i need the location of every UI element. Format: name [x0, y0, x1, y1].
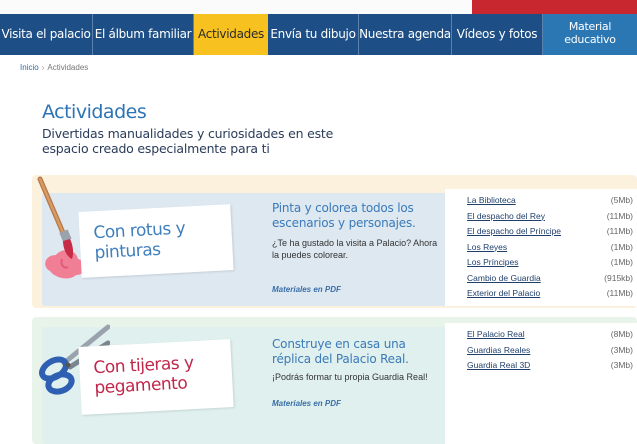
file-size: (11Mb)	[606, 210, 633, 221]
file-size: (915kb)	[604, 272, 633, 283]
download-item: El despacho del Príncipe (11Mb)	[457, 226, 633, 242]
header-promo-strip	[472, 0, 637, 14]
main-navigation: Visita el palacio El álbum familiar Acti…	[0, 14, 637, 55]
page-intro: Divertidas manualidades y curiosidades e…	[42, 126, 334, 156]
breadcrumb-separator: ›	[41, 63, 45, 72]
file-size: (8Mb)	[610, 329, 633, 339]
downloads-list: La Biblioteca (5Mb) El despacho del Rey (1…	[445, 189, 637, 306]
breadcrumb-current: Actividades	[47, 63, 89, 72]
breadcrumb: Inicio › Actividades	[20, 63, 88, 72]
file-size: (3Mb)	[610, 360, 633, 370]
download-link[interactable]: Exterior del Palacio	[467, 288, 540, 298]
section-painting: Con rotus y pinturas Pinta y colorea tod…	[32, 175, 637, 308]
download-link[interactable]: Guardia Real 3D	[467, 360, 530, 370]
file-size: (11Mb)	[606, 288, 633, 298]
file-size: (3Mb)	[610, 344, 633, 355]
download-item: Guardia Real 3D (3Mb)	[457, 360, 633, 376]
download-item: Exterior del Palacio (11Mb)	[457, 288, 633, 304]
download-item: Los Reyes (1Mb)	[457, 242, 633, 258]
download-link[interactable]: Guardias Reales	[467, 345, 530, 355]
file-size: (11Mb)	[606, 226, 633, 236]
file-size: (1Mb)	[610, 257, 633, 267]
section-description: ¡Podrás formar tu propia Guardia Real!	[272, 372, 428, 382]
download-link[interactable]: Los Reyes	[467, 242, 507, 252]
file-size: (1Mb)	[610, 241, 633, 252]
downloads-list: El Palacio Real (8Mb) Guardias Reales (3Mb…	[445, 323, 637, 444]
file-size: (5Mb)	[610, 195, 633, 205]
download-link[interactable]: Cambio de Guardia	[467, 273, 541, 283]
pdf-materials-link[interactable]: Materiales en PDF	[272, 285, 341, 294]
download-link[interactable]: La Biblioteca	[467, 195, 516, 205]
material-line-1: Material	[568, 20, 612, 33]
download-item: El despacho del Rey (11Mb)	[457, 211, 633, 227]
header-strip	[0, 0, 637, 14]
section-card-title: Con rotus y pinturas	[92, 218, 186, 264]
download-link[interactable]: Los Príncipes	[467, 257, 519, 267]
nav-item-album-familiar[interactable]: El álbum familiar	[93, 14, 194, 55]
section-card: Con rotus y pinturas	[78, 204, 234, 278]
download-item: Los Príncipes (1Mb)	[457, 257, 633, 273]
pdf-materials-link[interactable]: Materiales en PDF	[272, 399, 341, 408]
download-item: El Palacio Real (8Mb)	[457, 329, 633, 345]
section-card-title: Con tijeras y pegamento	[92, 353, 195, 399]
nav-item-material-educativo[interactable]: Material educativo	[543, 14, 637, 55]
download-link[interactable]: El despacho del Príncipe	[467, 226, 561, 236]
page-title: Actividades	[42, 101, 147, 123]
section-heading: Construye en casa una réplica del Palaci…	[272, 337, 409, 366]
download-item: La Biblioteca (5Mb)	[457, 195, 633, 211]
download-link[interactable]: El Palacio Real	[467, 329, 525, 339]
download-item: Cambio de Guardia (915kb)	[457, 273, 633, 289]
main-content: Inicio › Actividades Actividades Divertida…	[4, 55, 637, 444]
breadcrumb-home-link[interactable]: Inicio	[20, 63, 39, 72]
section-crafts: Con tijeras y pegamento Construye en cas…	[32, 317, 637, 444]
nav-item-actividades[interactable]: Actividades	[194, 14, 268, 55]
section-description: ¿Te ha gustado la visita a Palacio? Ahor…	[272, 238, 438, 260]
material-line-2: educativo	[564, 33, 616, 46]
section-heading: Pinta y colorea todos los escenarios y p…	[272, 201, 416, 230]
nav-item-videos-y-fotos[interactable]: Vídeos y fotos	[452, 14, 543, 55]
nav-item-visita-el-palacio[interactable]: Visita el palacio	[0, 14, 93, 55]
download-link[interactable]: El despacho del Rey	[467, 211, 545, 221]
nav-item-envia-tu-dibujo[interactable]: Envía tu dibujo	[268, 14, 359, 55]
nav-item-nuestra-agenda[interactable]: Nuestra agenda	[359, 14, 452, 55]
section-card: Con tijeras y pegamento	[78, 339, 234, 415]
download-item: Guardias Reales (3Mb)	[457, 345, 633, 361]
